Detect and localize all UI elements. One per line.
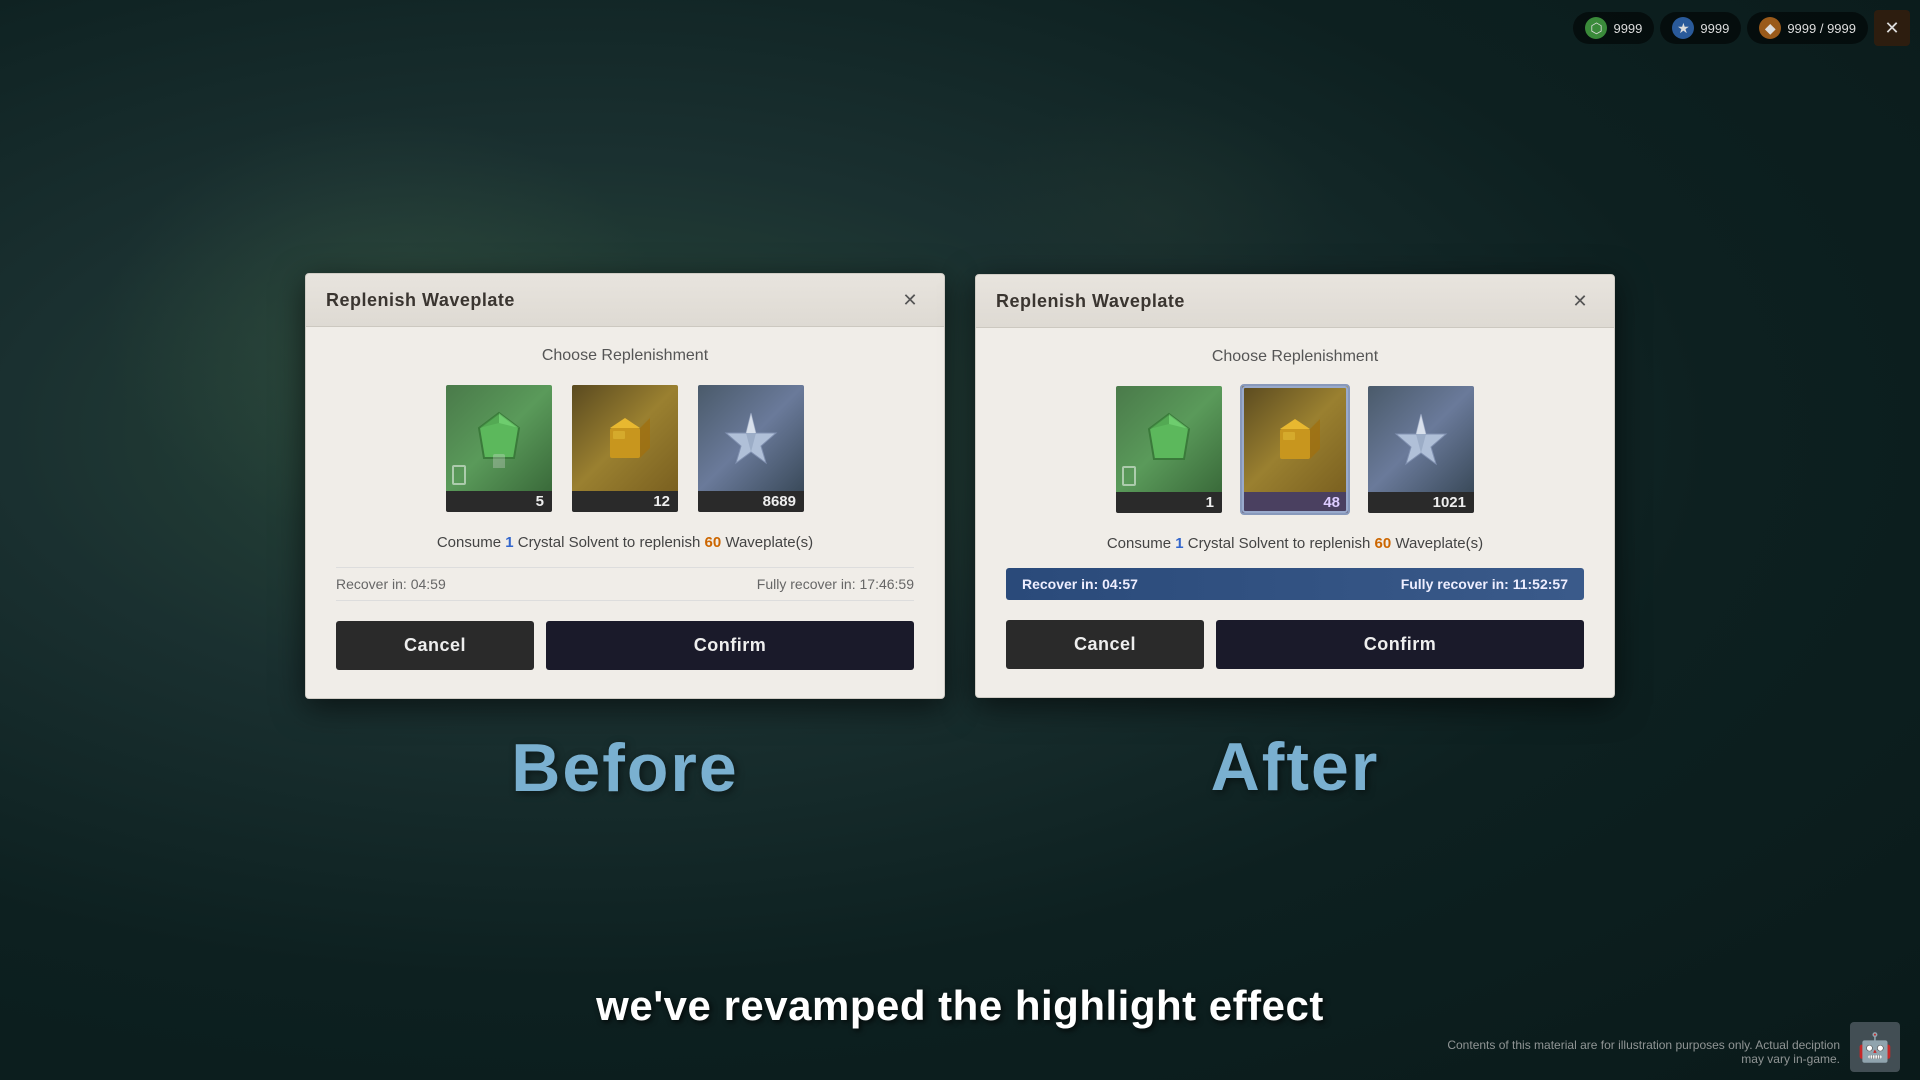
after-crystal-star-icon	[1391, 409, 1451, 469]
after-item-gold-cube[interactable]: 48	[1240, 384, 1350, 515]
after-consume-prefix: Consume	[1107, 535, 1175, 552]
before-consume-prefix: Consume	[437, 534, 505, 551]
before-item-count-1: 5	[446, 491, 552, 512]
before-item-count-2: 12	[572, 491, 678, 512]
hud-value-3: 9999 / 9999	[1787, 21, 1856, 36]
before-items-row: 5 12	[336, 383, 914, 514]
before-confirm-button[interactable]: Confirm	[546, 621, 914, 670]
before-item-gold-cube-image	[572, 385, 678, 491]
after-confirm-button[interactable]: Confirm	[1216, 620, 1584, 669]
after-consume-mid: Crystal Solvent to replenish	[1184, 535, 1375, 552]
before-item-green-gem-image	[446, 385, 552, 491]
hud-value-2: 9999	[1700, 21, 1729, 36]
before-cancel-button[interactable]: Cancel	[336, 621, 534, 670]
main-content: Replenish Waveplate ✕ Choose Replenishme…	[0, 0, 1920, 1080]
before-panel-wrapper: Replenish Waveplate ✕ Choose Replenishme…	[305, 273, 945, 807]
subtitle: we've revamped the highlight effect	[0, 982, 1920, 1030]
before-dialog-title: Replenish Waveplate	[326, 290, 515, 311]
before-battery-icon-1	[452, 465, 466, 485]
gold-cube-icon	[595, 408, 655, 468]
hud-close-button[interactable]: ✕	[1874, 10, 1910, 46]
after-section-label: Choose Replenishment	[1006, 348, 1584, 366]
after-gold-cube-icon	[1265, 409, 1325, 469]
before-item-crystal-image	[698, 385, 804, 491]
before-item-crystal[interactable]: 8689	[696, 383, 806, 514]
hud-top-bar: ⬡ 9999 ★ 9999 ◆ 9999 / 9999 ✕	[1573, 10, 1910, 46]
crystal-star-icon	[721, 408, 781, 468]
after-dialog-title: Replenish Waveplate	[996, 291, 1185, 312]
before-item-gold-cube[interactable]: 12	[570, 383, 680, 514]
before-section-label: Choose Replenishment	[336, 347, 914, 365]
before-dialog-header: Replenish Waveplate ✕	[306, 274, 944, 327]
after-label: After	[1211, 728, 1380, 806]
after-battery-icon-1	[1122, 466, 1136, 486]
after-panel-wrapper: Replenish Waveplate ✕ Choose Replenishme…	[975, 274, 1615, 806]
hud-value-1: 9999	[1613, 21, 1642, 36]
after-item-crystal[interactable]: 1021	[1366, 384, 1476, 515]
before-item-count-3: 8689	[698, 491, 804, 512]
hud-icon-2: ★	[1672, 17, 1694, 39]
before-consume-num: 1	[505, 534, 513, 551]
after-items-row: 1 48	[1006, 384, 1584, 515]
after-item-crystal-image	[1368, 386, 1474, 492]
after-item-count-1: 1	[1116, 492, 1222, 513]
before-dialog-footer: Cancel Confirm	[336, 621, 914, 674]
hud-pill-2: ★ 9999	[1660, 12, 1741, 44]
subtitle-text: we've revamped the highlight effect	[596, 982, 1324, 1029]
before-item-green-gem[interactable]: 5	[444, 383, 554, 514]
before-consume-suffix: Waveplate(s)	[721, 534, 813, 551]
after-timer-full: Fully recover in: 11:52:57	[1401, 576, 1568, 592]
hud-icon-3: ◆	[1759, 17, 1781, 39]
after-consume-text: Consume 1 Crystal Solvent to replenish 6…	[1006, 535, 1584, 552]
green-gem-icon	[469, 408, 529, 468]
after-dialog-footer: Cancel Confirm	[1006, 620, 1584, 673]
before-timer-recover: Recover in: 04:59	[336, 576, 446, 592]
after-item-green-gem[interactable]: 1	[1114, 384, 1224, 515]
after-timer-recover: Recover in: 04:57	[1022, 576, 1138, 592]
mascot-icon: 🤖	[1850, 1022, 1900, 1072]
before-close-button[interactable]: ✕	[896, 286, 924, 314]
before-consume-waveplate: 60	[704, 534, 721, 551]
after-close-button[interactable]: ✕	[1566, 287, 1594, 315]
hud-pill-3: ◆ 9999 / 9999	[1747, 12, 1868, 44]
after-cancel-button[interactable]: Cancel	[1006, 620, 1204, 669]
before-dialog: Replenish Waveplate ✕ Choose Replenishme…	[305, 273, 945, 699]
before-label: Before	[511, 729, 738, 807]
after-dialog-header: Replenish Waveplate ✕	[976, 275, 1614, 328]
before-dialog-body: Choose Replenishment	[306, 327, 944, 698]
hud-pill-1: ⬡ 9999	[1573, 12, 1654, 44]
after-green-gem-icon	[1139, 409, 1199, 469]
before-consume-mid: Crystal Solvent to replenish	[514, 534, 705, 551]
after-dialog-body: Choose Replenishment 1	[976, 328, 1614, 697]
before-consume-text: Consume 1 Crystal Solvent to replenish 6…	[336, 534, 914, 551]
after-timer-row: Recover in: 04:57 Fully recover in: 11:5…	[1006, 568, 1584, 600]
after-item-green-gem-image	[1116, 386, 1222, 492]
before-timer-row: Recover in: 04:59 Fully recover in: 17:4…	[336, 567, 914, 601]
hud-icon-1: ⬡	[1585, 17, 1607, 39]
disclaimer: Contents of this material are for illust…	[1440, 1038, 1840, 1066]
after-consume-waveplate: 60	[1374, 535, 1391, 552]
before-timer-full: Fully recover in: 17:46:59	[757, 576, 914, 592]
after-item-gold-cube-image	[1242, 386, 1348, 492]
after-item-count-2: 48	[1242, 492, 1348, 513]
after-consume-num: 1	[1175, 535, 1183, 552]
after-dialog: Replenish Waveplate ✕ Choose Replenishme…	[975, 274, 1615, 698]
after-consume-suffix: Waveplate(s)	[1391, 535, 1483, 552]
after-item-count-3: 1021	[1368, 492, 1474, 513]
